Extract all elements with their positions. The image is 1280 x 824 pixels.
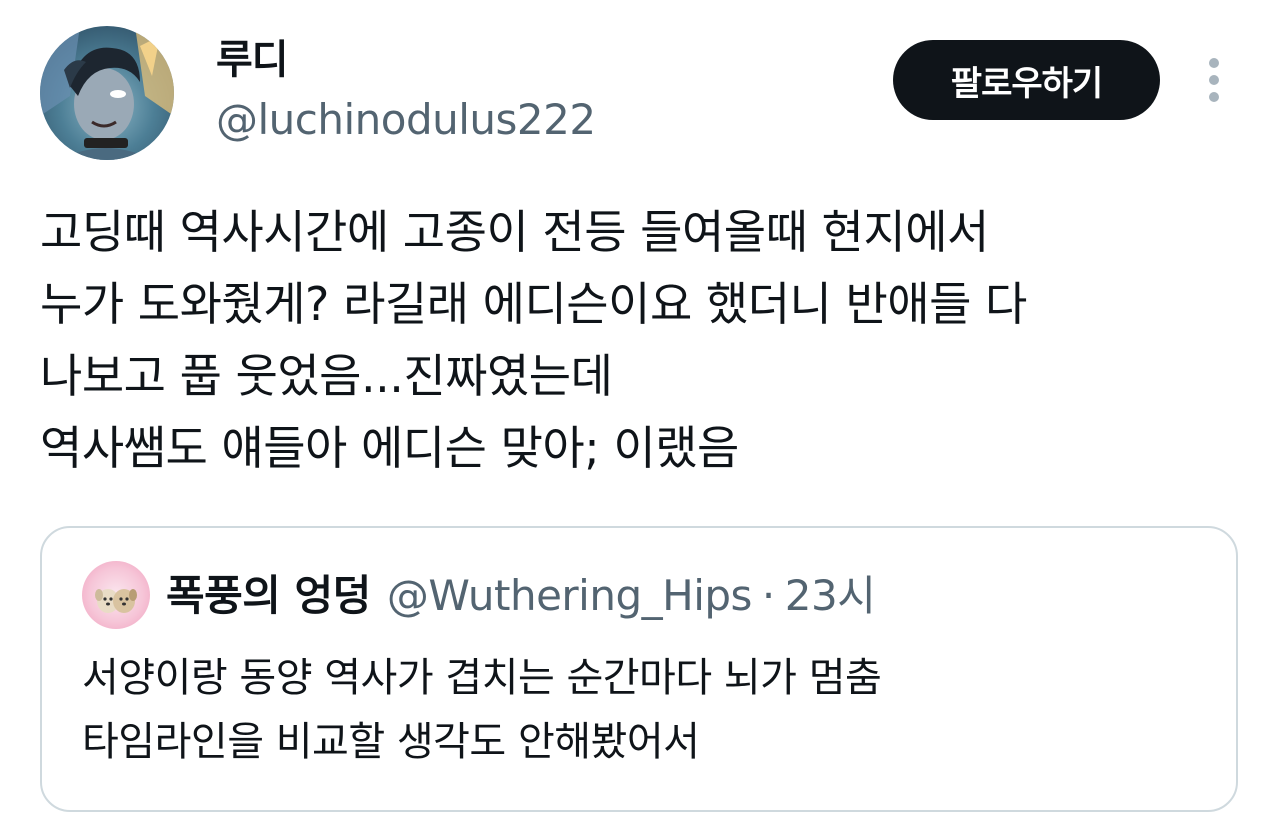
more-dot [1209,75,1219,85]
quoted-separator: · [761,571,775,620]
quoted-body: 서양이랑 동양 역사가 겹치는 순간마다 뇌가 멈춤 타임라인을 비교할 생각도… [82,646,882,774]
tweet-body: 고딩때 역사시간에 고종이 전등 들여올때 현지에서 누가 도와줬게? 라길래 … [40,196,1250,484]
tweet-page: 루디 @luchinodulus222 팔로우하기 고딩때 역사시간에 고종이 … [0,0,1280,824]
follow-button[interactable]: 팔로우하기 [893,40,1160,120]
more-dot [1209,92,1219,102]
author-display-name[interactable]: 루디 [216,34,289,86]
tweet-line: 고딩때 역사시간에 고종이 전등 들여올때 현지에서 [40,205,989,259]
profile-avatar-icon [40,26,174,160]
author-avatar[interactable] [40,26,174,160]
quoted-author-avatar [82,561,150,629]
quoted-display-name: 폭풍의 엉덩 [166,571,371,620]
quoted-timestamp: 23시 [784,571,876,620]
quoted-tweet-card[interactable]: 폭풍의 엉덩 @Wuthering_Hips · 23시 서양이랑 동양 역사가… [40,526,1238,812]
puppies-avatar-icon [95,589,137,613]
author-handle[interactable]: @luchinodulus222 [216,94,596,146]
more-options-icon[interactable] [1194,52,1234,108]
quoted-header: 폭풍의 엉덩 @Wuthering_Hips · 23시 [166,568,876,624]
quoted-line: 서양이랑 동양 역사가 겹치는 순간마다 뇌가 멈춤 [82,655,882,701]
tweet-line: 나보고 풉 웃었음...진짜였는데 [40,349,613,403]
quoted-handle: @Wuthering_Hips [386,571,753,620]
more-dot [1209,58,1219,68]
tweet-line: 역사쌤도 얘들아 에디슨 맞아; 이랬음 [40,421,739,475]
quoted-line: 타임라인을 비교할 생각도 안해봤어서 [82,719,700,765]
tweet-line: 누가 도와줬게? 라길래 에디슨이요 했더니 반애들 다 [40,277,1027,331]
